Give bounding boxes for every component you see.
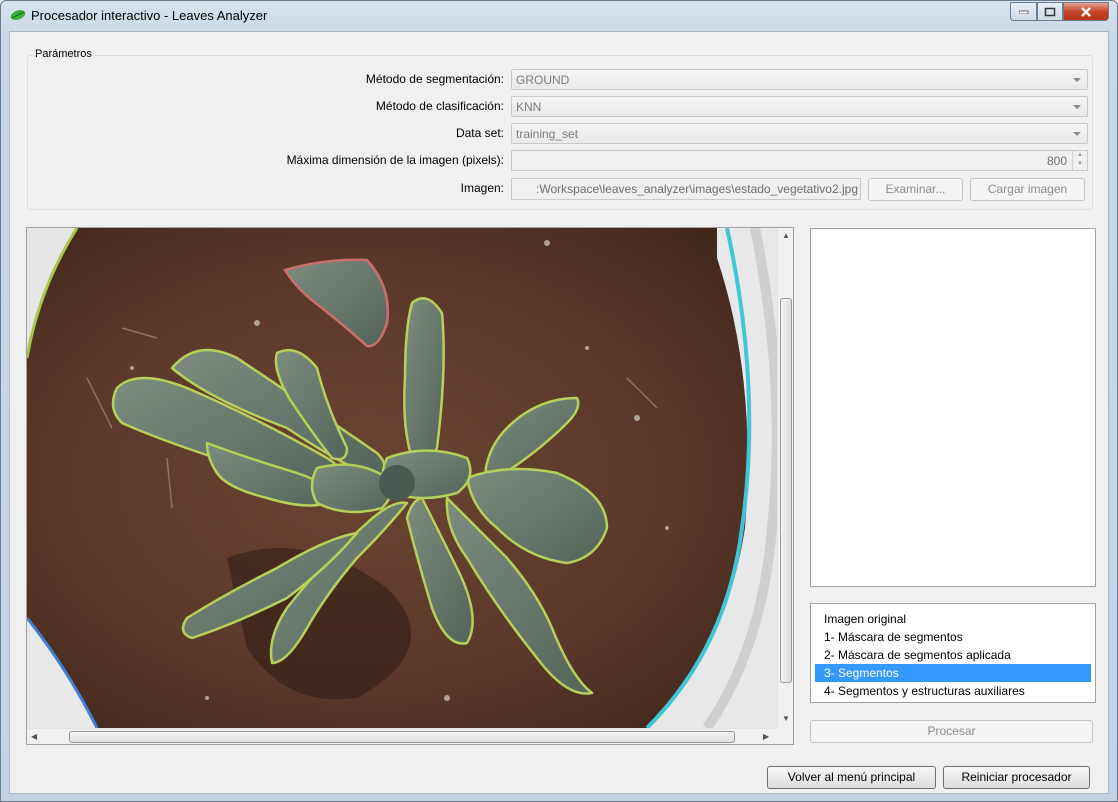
maximize-button[interactable] [1037,2,1063,21]
maximize-icon [1044,7,1056,16]
spin-up-icon[interactable]: ▲ [1073,151,1087,160]
spin-down-icon[interactable]: ▼ [1073,160,1087,169]
close-button[interactable] [1063,2,1109,21]
client-area: Parámetros Método de segmentación: GROUN… [9,31,1109,794]
spin-buttons[interactable]: ▲ ▼ [1072,151,1087,170]
vertical-scrollbar[interactable]: ▲ ▼ [777,228,793,728]
scroll-left-icon[interactable]: ◀ [31,732,37,741]
window-title: Procesador interactivo - Leaves Analyzer [31,8,268,23]
scroll-up-icon[interactable]: ▲ [782,231,790,240]
horizontal-scrollbar[interactable]: ◀ ▶ [27,728,777,744]
preview-panel [810,228,1096,587]
max-dimension-spinbox[interactable]: 800 ▲ ▼ [511,150,1088,171]
classification-method-value: KNN [516,100,542,114]
dataset-value: training_set [516,127,579,141]
classification-label: Método de clasificación: [375,99,504,113]
close-icon [1081,6,1091,17]
vertical-scroll-thumb[interactable] [780,298,792,683]
max-dimension-label: Máxima dimensión de la imagen (pixels): [286,153,504,167]
process-button[interactable]: Procesar [810,720,1093,743]
image-view: ▲ ▼ ◀ ▶ [26,227,794,745]
scroll-down-icon[interactable]: ▼ [782,714,790,723]
dataset-label: Data set: [455,126,504,140]
chevron-down-icon [1073,105,1081,109]
title-bar[interactable]: Procesador interactivo - Leaves Analyzer [1,1,1117,31]
view-mode-list[interactable]: Imagen original 1- Máscara de segmentos … [810,603,1096,703]
dataset-select[interactable]: training_set [511,123,1088,144]
segmented-leaf-photo [27,228,777,728]
image-path-field[interactable]: :Workspace\leaves_analyzer\images\estado… [511,178,861,200]
leaf-app-icon [10,10,26,20]
list-item-original[interactable]: Imagen original [815,610,1091,628]
classification-method-select[interactable]: KNN [511,96,1088,117]
minimize-button[interactable] [1010,2,1037,21]
browse-button[interactable]: Examinar... [868,178,963,201]
max-dimension-value: 800 [1046,154,1067,168]
list-item-segments-structures[interactable]: 4- Segmentos y estructuras auxiliares [815,682,1091,700]
chevron-down-icon [1073,78,1081,82]
parameters-group-title: Parámetros [33,48,94,60]
segmentation-method-value: GROUND [516,73,570,87]
back-to-menu-button[interactable]: Volver al menú principal [767,766,936,789]
chevron-down-icon [1073,132,1081,136]
load-image-button[interactable]: Cargar imagen [970,178,1085,201]
scroll-right-icon[interactable]: ▶ [763,732,769,741]
list-item-mask-applied[interactable]: 2- Máscara de segmentos aplicada [815,646,1091,664]
horizontal-scroll-thumb[interactable] [69,731,735,743]
segmented-leaf-image [27,228,777,728]
main-window: Procesador interactivo - Leaves Analyzer… [0,0,1118,802]
segmentation-method-select[interactable]: GROUND [511,69,1088,90]
list-item-mask[interactable]: 1- Máscara de segmentos [815,628,1091,646]
segmentation-label: Método de segmentación: [365,72,504,86]
scroll-corner [777,728,793,744]
image-label: Imagen: [460,181,504,195]
list-item-segments[interactable]: 3- Segmentos [815,664,1091,682]
parameters-group: Parámetros Método de segmentación: GROUN… [27,48,1093,210]
minimize-icon [1018,10,1028,14]
reset-processor-button[interactable]: Reiniciar procesador [943,766,1090,789]
